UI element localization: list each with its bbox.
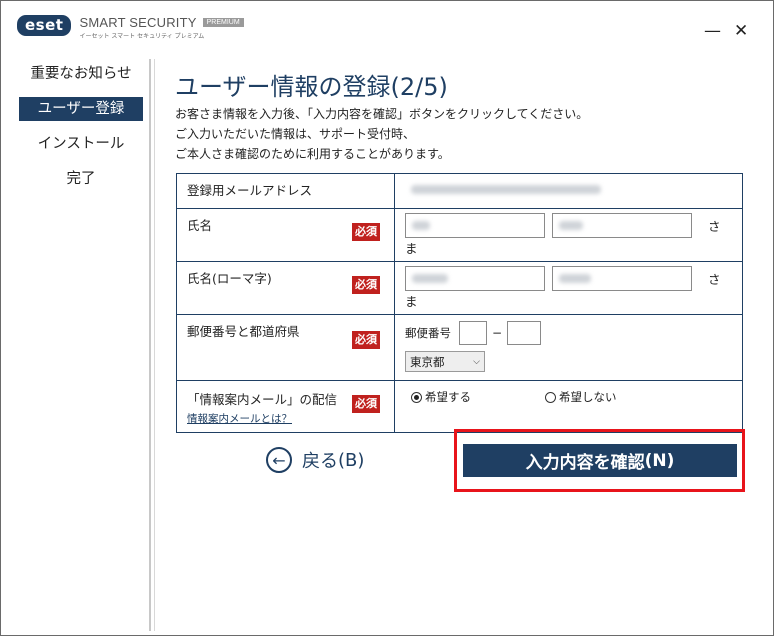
email-row: 登録用メールアドレス xyxy=(176,173,743,209)
description-line-1: お客さま情報を入力後、「入力内容を確認」ボタンをクリックしてください。 xyxy=(175,107,589,121)
email-value xyxy=(411,185,601,194)
back-shortcut: (B) xyxy=(338,449,365,471)
newsletter-no-radio[interactable]: 希望しない xyxy=(544,389,616,405)
first-name-input[interactable] xyxy=(551,213,692,238)
arrow-left-icon: ← xyxy=(266,447,292,473)
required-badge: 必須 xyxy=(352,223,380,241)
name-row: 氏名 必須 さま xyxy=(176,208,743,262)
email-label: 登録用メールアドレス xyxy=(187,183,313,198)
postal-code-first-input[interactable] xyxy=(459,321,487,345)
postal-code-label: 郵便番号 xyxy=(405,326,451,340)
last-name-input[interactable] xyxy=(405,213,545,238)
product-tagline: イーセット スマート セキュリティ プレミアム xyxy=(79,33,205,40)
first-name-roman-input[interactable] xyxy=(551,266,692,291)
back-button[interactable]: ← 戻る (B) xyxy=(266,447,364,473)
newsletter-info-link[interactable]: 情報案内メールとは？ xyxy=(187,413,292,425)
required-badge: 必須 xyxy=(352,276,380,294)
registration-form: 登録用メールアドレス 氏名 必須 さま 氏名(ローマ字) 必須 さま 郵便番号と… xyxy=(176,173,743,433)
confirm-shortcut: (N) xyxy=(644,450,675,471)
prefecture-value: 東京都 xyxy=(410,354,445,369)
required-badge: 必須 xyxy=(352,331,380,349)
close-button[interactable]: ✕ xyxy=(734,23,748,40)
sidebar-divider xyxy=(149,59,151,631)
name-label: 氏名 xyxy=(187,218,213,233)
chevron-down-icon: ⌵ xyxy=(473,356,480,367)
eset-logo: eset SMART SECURITY PREMIUM イーセット スマート セ… xyxy=(17,15,244,40)
radio-selected-icon xyxy=(411,391,422,403)
newsletter-yes-radio[interactable]: 希望する xyxy=(411,389,471,405)
description-line-3: ご本人さま確認のために利用することがあります。 xyxy=(175,147,450,161)
postal-label: 郵便番号と都道府県 xyxy=(187,324,300,339)
page-title: ユーザー情報の登録(2/5) xyxy=(175,73,448,101)
product-name: SMART SECURITY xyxy=(79,15,197,30)
eset-brand: eset xyxy=(17,15,72,36)
sidebar-item-notice: 重要なお知らせ xyxy=(30,66,132,82)
radio-unselected-icon xyxy=(544,391,556,403)
required-badge: 必須 xyxy=(352,395,380,413)
postal-row: 郵便番号と都道府県 必須 郵便番号 − 東京都 ⌵ xyxy=(176,314,743,381)
confirm-button[interactable]: 入力内容を確認 (N) xyxy=(463,444,737,477)
sidebar-item-install: インストール xyxy=(37,136,125,152)
postal-code-second-input[interactable] xyxy=(507,321,542,345)
description-line-2: ご入力いただいた情報は、サポート受付時、 xyxy=(175,127,416,141)
newsletter-row: 「情報案内メール」の配信 情報案内メールとは？ 必須 希望する 希望しない xyxy=(176,380,743,433)
edition-badge: PREMIUM xyxy=(202,18,244,27)
sidebar-divider-inner xyxy=(154,59,155,631)
last-name-roman-input[interactable] xyxy=(405,266,545,291)
sidebar-item-registration: ユーザー登録 xyxy=(19,97,143,121)
postal-dash: − xyxy=(492,326,503,340)
name-roman-label: 氏名(ローマ字) xyxy=(187,271,272,286)
sidebar: 重要なお知らせ ユーザー登録 インストール 完了 xyxy=(1,59,149,634)
confirm-label: 入力内容を確認 xyxy=(525,453,645,473)
title-bar: eset SMART SECURITY PREMIUM イーセット スマート セ… xyxy=(1,1,773,55)
sidebar-item-complete: 完了 xyxy=(66,171,96,187)
back-label: 戻る xyxy=(302,451,338,472)
name-roman-row: 氏名(ローマ字) 必須 さま xyxy=(176,261,743,315)
installer-window: eset SMART SECURITY PREMIUM イーセット スマート セ… xyxy=(0,0,774,636)
prefecture-select[interactable]: 東京都 ⌵ xyxy=(405,351,485,372)
minimize-button[interactable]: — xyxy=(704,23,721,40)
